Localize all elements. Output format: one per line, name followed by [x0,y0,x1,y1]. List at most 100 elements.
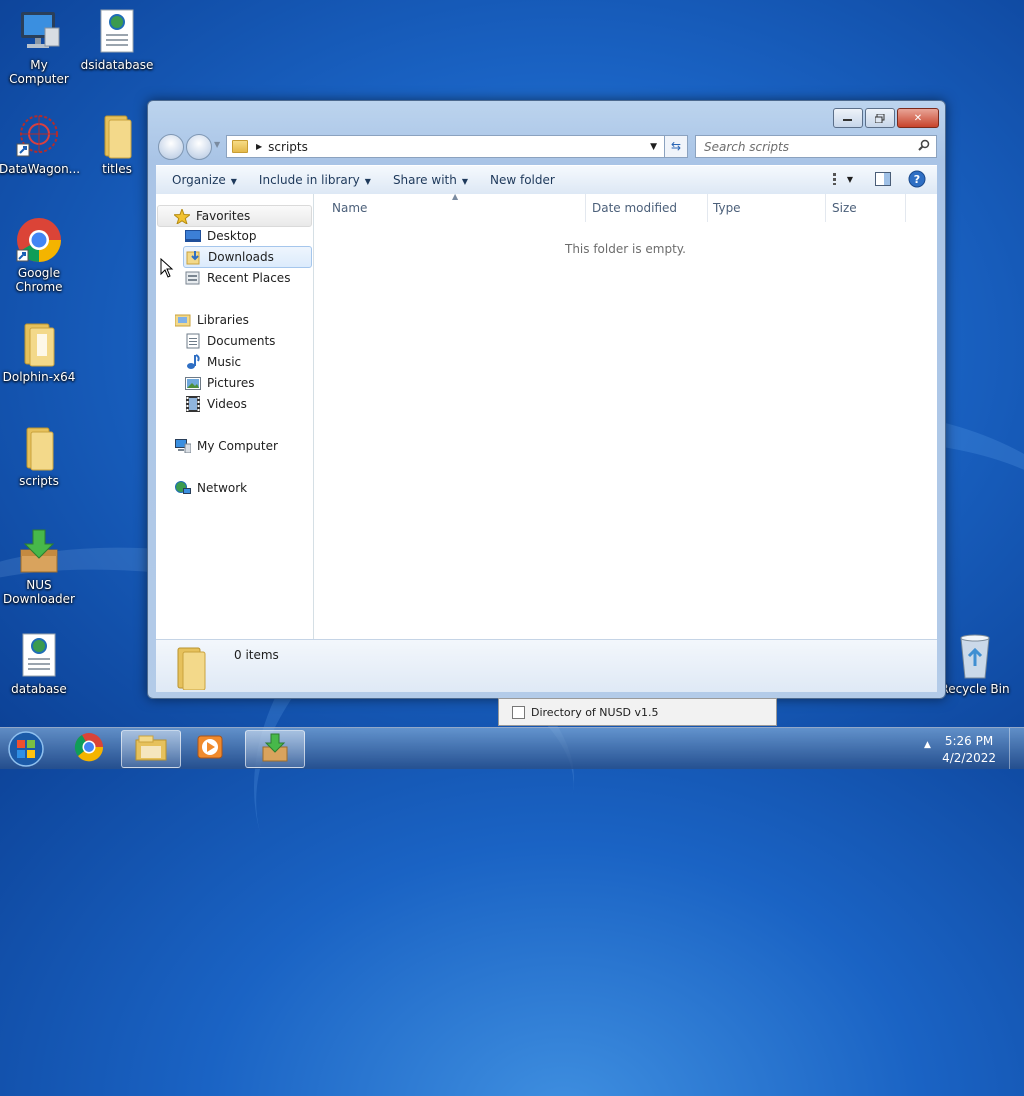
view-dropdown-icon[interactable]: ▼ [847,175,853,184]
sort-ascending-icon: ▲ [452,192,459,201]
desktop-icon-label: NUS Downloader [3,578,75,606]
chrome-icon [74,732,104,765]
downloads-folder-icon [186,250,202,265]
nav-item-music[interactable]: Music [185,352,241,372]
back-button[interactable] [158,134,184,160]
minimize-button[interactable] [833,108,863,128]
music-icon [185,354,201,369]
nav-item-pictures[interactable]: Pictures [185,373,255,393]
file-list: Name ▲ Date modified Type Size This fold… [314,192,937,639]
share-with-label: Share with [392,173,457,187]
window-icon [512,705,525,719]
refresh-button[interactable]: ⇆ [664,135,688,158]
breadcrumb-current[interactable]: scripts [268,140,308,154]
web-document-icon [15,632,63,680]
taskbar-preview-tooltip[interactable]: Directory of NUSD v1.5 [498,698,777,726]
search-input[interactable]: Search scripts [704,140,918,154]
column-header-date-modified[interactable]: Date modified [586,194,708,222]
restore-button[interactable] [865,108,895,128]
desktop-icon-dsidatabase[interactable]: dsidatabase [77,8,157,72]
show-desktop-button[interactable] [1009,728,1024,769]
view-controls: ▼ ? [819,170,927,188]
desktop-icon-datawagon[interactable]: DataWagon... [0,112,81,176]
datawagon-shortcut-icon [15,112,63,160]
search-icon [918,139,930,154]
my-computer-icon [15,8,63,56]
mouse-cursor-icon [160,257,174,281]
desktop-icon-database[interactable]: database [0,632,79,696]
chevron-down-icon: ▼ [364,177,371,186]
videos-icon [185,396,201,412]
address-bar[interactable]: ▶ scripts ▼ [226,135,688,158]
desktop-icon-label: DataWagon... [0,162,81,176]
nav-item-videos[interactable]: Videos [185,394,247,414]
nav-item-recent-places[interactable]: Recent Places [185,268,290,288]
desktop-icon-label: Dolphin-x64 [2,370,76,384]
nav-label: Documents [207,334,276,348]
documents-icon [185,333,201,349]
show-hidden-icons-icon[interactable]: ▲ [924,740,931,750]
back-forward-buttons: ▼ [158,134,220,160]
clock-time: 5:26 PM [944,734,994,748]
system-clock[interactable]: 5:26 PM 4/2/2022 [942,733,996,767]
nav-label: Pictures [207,376,255,390]
folder-icon [174,646,208,691]
nav-item-favorites[interactable]: Favorites [157,205,312,227]
desktop-icon-nus-downloader[interactable]: NUS Downloader [0,528,79,606]
column-header-label: Date modified [592,201,678,215]
desktop-icon-scripts[interactable]: scripts [0,424,79,488]
nav-item-libraries[interactable]: Libraries [175,310,249,330]
nav-item-documents[interactable]: Documents [185,331,275,351]
network-icon [175,480,191,495]
desktop-icon-dolphin[interactable]: Dolphin-x64 [0,320,79,384]
desktop-icon-titles[interactable]: titles [77,112,157,176]
tooltip-label: Directory of NUSD v1.5 [531,705,659,719]
breadcrumb-arrow-icon[interactable]: ▶ [256,142,262,151]
organize-button[interactable]: Organize ▼ [172,173,237,187]
recent-places-icon [185,271,201,285]
taskbar-media-player[interactable] [182,730,240,766]
column-header-size[interactable]: Size [826,194,906,222]
navigation-pane: Favorites Desktop Downloads Recent Place… [156,194,314,639]
close-button[interactable]: ✕ [897,108,939,128]
nav-item-desktop[interactable]: Desktop [185,226,257,246]
item-count: 0 items [234,648,279,662]
media-player-icon [196,733,226,764]
recent-pages-dropdown-icon[interactable]: ▼ [214,140,220,149]
column-header-name[interactable]: Name ▲ [314,192,586,222]
column-header-type[interactable]: Type [708,194,826,222]
desktop-icon-recycle-bin[interactable]: Recycle Bin [935,632,1015,696]
folder-icon [93,112,141,160]
svg-text:?: ? [914,173,920,186]
recycle-bin-icon [951,632,999,680]
share-with-button[interactable]: Share with ▼ [393,173,468,187]
star-icon [174,208,190,224]
address-dropdown-icon[interactable]: ▼ [650,142,657,152]
desktop-icon-label: scripts [19,474,59,488]
start-button[interactable] [6,730,46,771]
main-pane: Favorites Desktop Downloads Recent Place… [156,192,937,639]
search-box[interactable]: Search scripts [695,135,937,158]
help-icon[interactable]: ? [907,170,927,188]
details-pane: 0 items [156,639,937,692]
nav-item-my-computer[interactable]: My Computer [175,436,278,456]
nav-item-downloads[interactable]: Downloads [183,246,312,268]
taskbar-nus-downloader[interactable] [245,730,305,768]
desktop-icon-google-chrome[interactable]: Google Chrome [0,216,79,294]
include-in-library-button[interactable]: Include in library ▼ [259,173,371,187]
new-folder-button[interactable]: New folder [490,173,555,187]
folder-icon [15,424,63,472]
desktop-icon-my-computer[interactable]: My Computer [0,8,79,86]
download-box-icon [260,733,290,766]
forward-button[interactable] [186,134,212,160]
taskbar-explorer[interactable] [121,730,181,768]
preview-pane-icon[interactable] [873,170,893,188]
pictures-icon [185,376,201,390]
nav-item-network[interactable]: Network [175,478,247,498]
desktop-icon-label: dsidatabase [80,58,154,72]
column-header-label: Type [713,201,741,215]
folder-icon [232,140,248,153]
taskbar-chrome[interactable] [60,730,118,766]
window-controls: ✕ [831,108,939,128]
change-view-icon[interactable]: ▼ [833,170,853,188]
